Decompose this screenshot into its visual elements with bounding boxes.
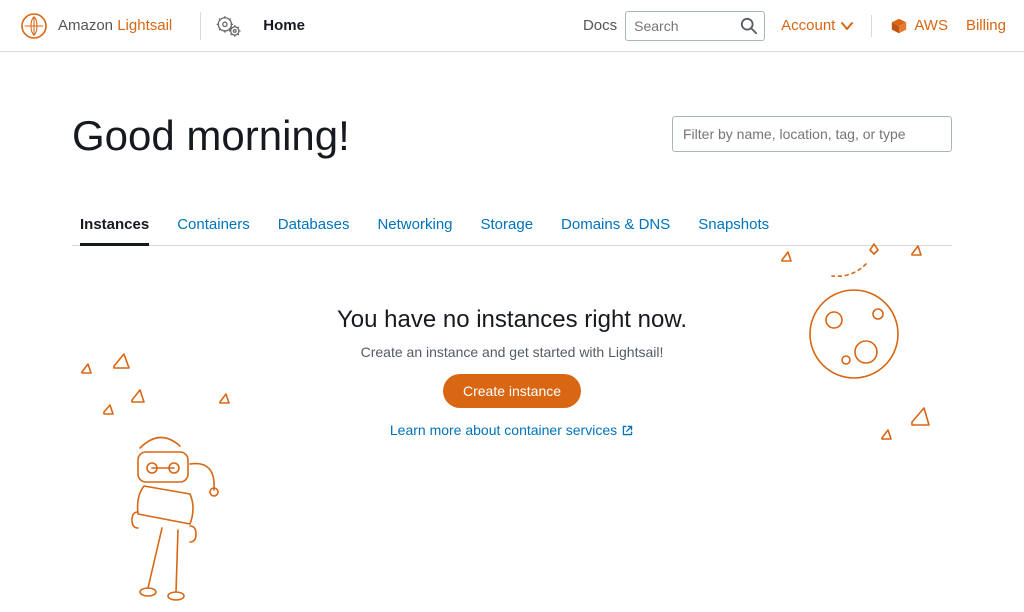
nav-right-group: Docs Account AWS Billing: [583, 11, 1006, 41]
lightsail-icon: [18, 10, 50, 42]
account-label: Account: [781, 17, 835, 34]
tab-networking[interactable]: Networking: [377, 216, 452, 245]
page-title: Good morning!: [72, 112, 672, 160]
external-link-icon: [621, 424, 634, 437]
chevron-down-icon: [841, 21, 853, 31]
nav-divider: [200, 12, 201, 40]
tab-snapshots[interactable]: Snapshots: [698, 216, 769, 245]
brand-logo[interactable]: Amazon Lightsail: [18, 10, 172, 42]
filter-input[interactable]: [673, 117, 951, 151]
search-icon: [740, 17, 758, 35]
tab-databases[interactable]: Databases: [278, 216, 350, 245]
top-nav: Amazon Lightsail Home Docs: [0, 0, 1024, 52]
aws-console-link[interactable]: AWS: [890, 17, 948, 35]
learn-more-label: Learn more about container services: [390, 422, 617, 438]
filter-box: [672, 116, 952, 152]
brand-second: Lightsail: [117, 17, 172, 34]
create-instance-button[interactable]: Create instance: [443, 374, 581, 408]
gear-icon: [215, 14, 243, 38]
learn-more-link[interactable]: Learn more about container services: [390, 422, 634, 438]
aws-label: AWS: [914, 17, 948, 34]
nav-billing-link[interactable]: Billing: [966, 17, 1006, 34]
nav-search-box: [625, 11, 765, 41]
nav-divider: [871, 15, 872, 37]
nav-docs-link[interactable]: Docs: [583, 17, 617, 34]
brand-first: Amazon: [58, 17, 113, 34]
nav-home-link[interactable]: Home: [263, 17, 305, 34]
robot-doodle: [52, 352, 272, 612]
cube-icon: [890, 17, 908, 35]
nav-left-group: Amazon Lightsail Home: [18, 10, 305, 42]
moon-doodle: [762, 242, 962, 462]
settings-button[interactable]: [215, 14, 243, 38]
page-header-row: Good morning!: [72, 112, 952, 160]
tab-instances[interactable]: Instances: [80, 216, 149, 246]
tab-domains[interactable]: Domains & DNS: [561, 216, 670, 245]
tab-containers[interactable]: Containers: [177, 216, 250, 245]
tab-storage[interactable]: Storage: [481, 216, 534, 245]
brand-text: Amazon Lightsail: [58, 17, 172, 34]
main-region: Good morning! Instances Containers Datab…: [72, 52, 952, 440]
account-dropdown[interactable]: Account: [781, 17, 853, 34]
